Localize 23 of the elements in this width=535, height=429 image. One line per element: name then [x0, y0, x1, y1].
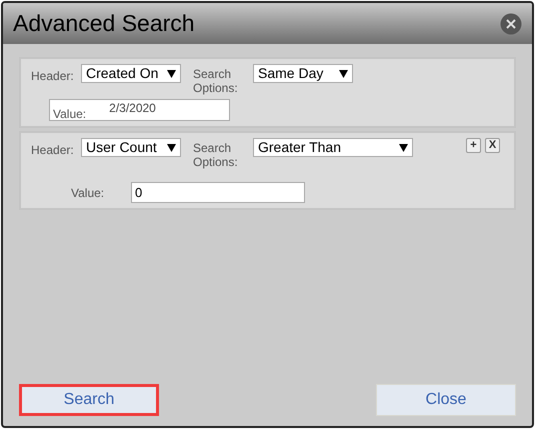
add-button[interactable]: + [466, 138, 481, 153]
value-label: Value: [53, 106, 86, 123]
caret-icon [399, 144, 408, 152]
close-button[interactable]: Close [376, 384, 516, 416]
header-label: Header: [31, 142, 75, 159]
search-options-label: Search Options: [193, 141, 239, 169]
dropdown[interactable]: Same Day [253, 64, 353, 83]
caret-icon [167, 70, 176, 78]
dropdown[interactable]: Created On [81, 64, 181, 83]
header-label: Header: [31, 68, 75, 85]
dropdown[interactable]: Greater Than [253, 138, 413, 157]
search-options-label: Search Options: [193, 67, 239, 95]
value-field[interactable]: Value: 2/3/2020 [49, 99, 230, 121]
caret-icon [167, 144, 176, 152]
window-title: Advanced Search [13, 9, 195, 38]
dropdown[interactable]: User Count [81, 138, 181, 157]
caret-icon [339, 70, 348, 78]
close-icon[interactable] [500, 12, 522, 34]
value-field[interactable]: 0 [131, 182, 305, 203]
value-label: Value: [71, 184, 106, 202]
value-text: 2/3/2020 [109, 100, 156, 117]
remove-button[interactable]: X [485, 138, 500, 153]
search-button[interactable]: Search [19, 384, 159, 416]
